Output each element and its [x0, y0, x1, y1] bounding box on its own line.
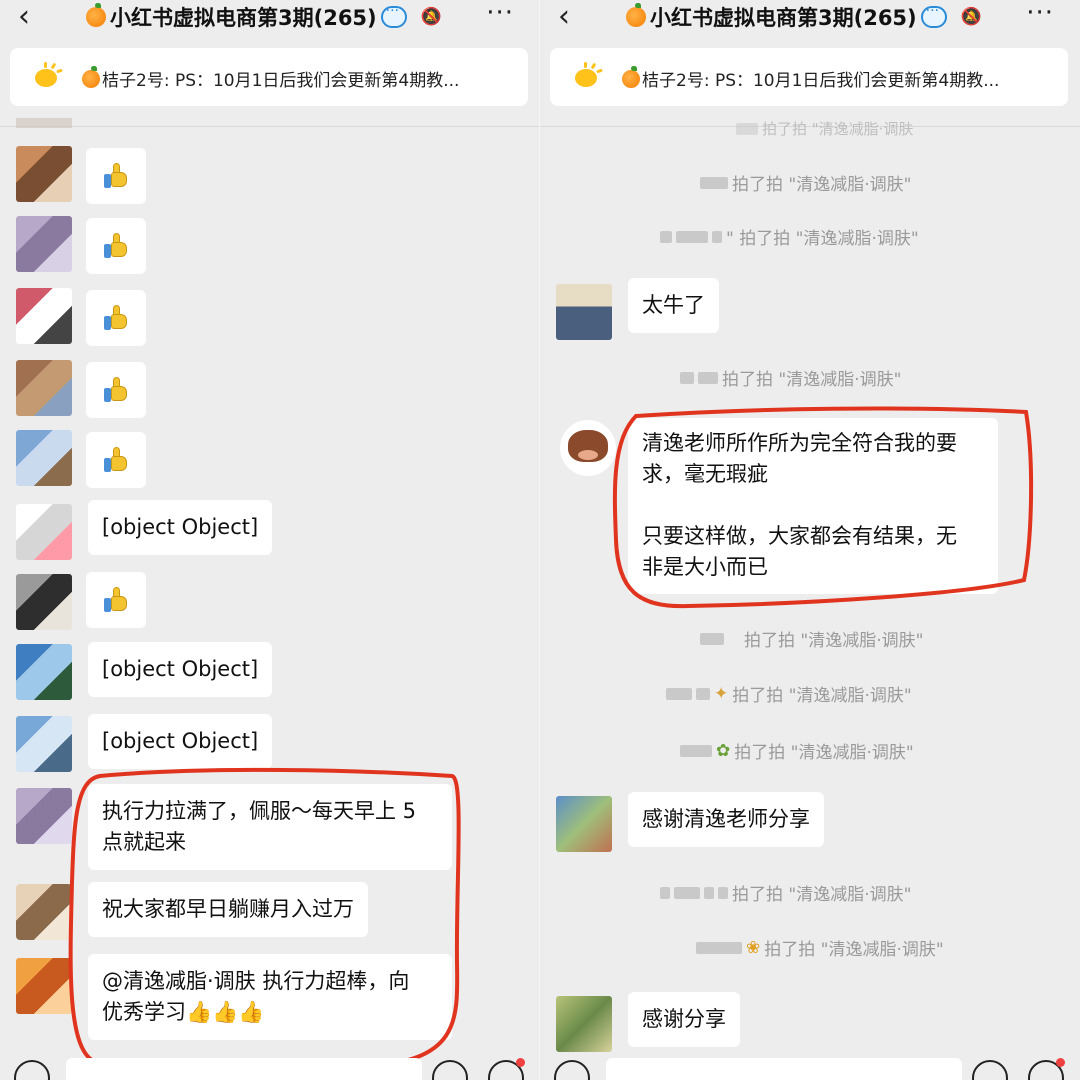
more-options-icon[interactable]: ···	[486, 0, 514, 26]
notification-dot	[1056, 1058, 1065, 1067]
chat-title-group: 小红书虚拟电商第3期(265) 🔕	[86, 2, 442, 32]
avatar[interactable]	[556, 284, 612, 340]
sun-icon	[572, 62, 603, 89]
group-chat-icon	[920, 3, 947, 28]
more-options-icon[interactable]: ···	[1026, 0, 1054, 26]
message-bubble[interactable]: [object Object]	[88, 714, 273, 769]
thumbs-up-icon	[103, 377, 129, 403]
orange-emoji-icon	[82, 65, 100, 88]
system-pat-message: ✿ 拍了拍 "清逸减脂·调肤"	[680, 738, 914, 763]
avatar[interactable]	[16, 216, 72, 272]
group-chat-icon	[380, 3, 407, 28]
avatar[interactable]	[16, 430, 72, 486]
thumbs-up-icon	[103, 305, 129, 331]
avatar[interactable]	[16, 146, 72, 202]
back-arrow-icon[interactable]: ‹	[18, 2, 30, 32]
avatar[interactable]	[16, 644, 72, 700]
back-arrow-icon[interactable]: ‹	[558, 2, 570, 32]
avatar[interactable]	[556, 996, 612, 1052]
system-pat-message: 拍了拍 "清逸减脂·调肤"	[700, 626, 923, 651]
system-pat-message: 拍了拍 "清逸减脂·调肤"	[700, 170, 911, 195]
thumbs-up-icon	[103, 587, 129, 613]
divider	[0, 126, 540, 127]
avatar[interactable]	[16, 574, 72, 630]
message-input[interactable]	[66, 1058, 422, 1080]
highlighted-message-bubble[interactable]: @清逸减脂·调肤 执行力超棒，向 优秀学习👍👍👍	[88, 954, 452, 1040]
message-bubble[interactable]: 太牛了	[628, 278, 719, 333]
avatar[interactable]	[16, 288, 72, 344]
thumbs-up-message[interactable]	[86, 432, 146, 488]
mute-bell-icon: 🔕	[420, 7, 442, 27]
orange-emoji-icon	[626, 3, 646, 27]
input-bar	[0, 1052, 540, 1080]
orange-emoji-icon	[622, 65, 640, 88]
thumbs-up-message[interactable]	[86, 148, 146, 204]
message-bubble[interactable]: 感谢分享	[628, 992, 740, 1047]
system-pat-message: ✦ 拍了拍 "清逸减脂·调肤"	[666, 681, 912, 706]
highlighted-message-bubble[interactable]: 执行力拉满了，佩服～每天早上 5 点就起来	[88, 784, 452, 870]
thumbs-up-message[interactable]	[86, 290, 146, 346]
sun-icon	[32, 62, 63, 89]
message-bubble[interactable]: [object Object]	[88, 642, 273, 697]
emoji-icon[interactable]	[972, 1060, 1008, 1080]
system-pat-message: 拍了拍 "清逸减脂·调肤"	[660, 880, 911, 905]
avatar[interactable]	[16, 360, 72, 416]
highlighted-message-bubble[interactable]: 清逸老师所作所为完全符合我的要 求，毫无瑕疵 只要这样做，大家都会有结果，无 非…	[628, 418, 998, 594]
mute-bell-icon: 🔕	[960, 7, 982, 27]
notification-dot	[516, 1058, 525, 1067]
message-input[interactable]	[606, 1058, 962, 1080]
thumbs-up-message[interactable]	[86, 362, 146, 418]
thumbs-up-icon	[103, 233, 129, 259]
avatar[interactable]	[16, 958, 72, 1014]
group-announcement[interactable]: 桔子2号: PS：10月1日后我们会更新第4期教...	[10, 48, 528, 106]
voice-icon[interactable]	[14, 1060, 50, 1080]
system-pat-message: 拍了拍 "清逸减脂·调肤"	[680, 365, 901, 390]
chat-title: 小红书虚拟电商第3期(265)	[650, 6, 917, 30]
message-bubble[interactable]: 感谢清逸老师分享	[628, 792, 824, 847]
chat-panel-right: ‹ 小红书虚拟电商第3期(265) 🔕 ··· 桔子2号: PS：10月1日后我…	[540, 0, 1080, 1080]
input-bar	[540, 1052, 1080, 1080]
thumbs-up-message[interactable]	[86, 572, 146, 628]
chat-title-group: 小红书虚拟电商第3期(265) 🔕	[626, 2, 982, 32]
avatar[interactable]	[16, 716, 72, 772]
avatar[interactable]	[16, 884, 72, 940]
group-announcement[interactable]: 桔子2号: PS：10月1日后我们会更新第4期教...	[550, 48, 1068, 106]
avatar[interactable]	[16, 504, 72, 560]
thumbs-up-message[interactable]	[86, 218, 146, 274]
emoji-icon[interactable]	[432, 1060, 468, 1080]
voice-icon[interactable]	[554, 1060, 590, 1080]
nav-bar: ‹ 小红书虚拟电商第3期(265) 🔕 ···	[0, 0, 540, 36]
avatar[interactable]	[16, 788, 72, 844]
announcement-text: 桔子2号: PS：10月1日后我们会更新第4期教...	[622, 65, 999, 91]
thumbs-up-icon	[103, 447, 129, 473]
nav-bar: ‹ 小红书虚拟电商第3期(265) 🔕 ···	[540, 0, 1080, 36]
avatar[interactable]	[556, 796, 612, 852]
announcement-text: 桔子2号: PS：10月1日后我们会更新第4期教...	[82, 65, 459, 91]
thumbs-up-icon	[103, 163, 129, 189]
avatar[interactable]	[560, 420, 616, 476]
orange-emoji-icon	[86, 3, 106, 27]
message-bubble[interactable]: 祝大家都早日躺赚月入过万	[88, 882, 368, 937]
system-pat-message: 拍了拍 "清逸减脂·调肤	[736, 118, 913, 139]
chat-panel-left: ‹ 小红书虚拟电商第3期(265) 🔕 ··· 桔子2号: PS：10月1日后我…	[0, 0, 540, 1080]
message-bubble[interactable]: [object Object]	[88, 500, 273, 555]
system-pat-message: ❀ 拍了拍 "清逸减脂·调肤"	[696, 935, 944, 960]
chat-title: 小红书虚拟电商第3期(265)	[110, 6, 377, 30]
system-pat-message: " 拍了拍 "清逸减脂·调肤"	[660, 224, 919, 249]
